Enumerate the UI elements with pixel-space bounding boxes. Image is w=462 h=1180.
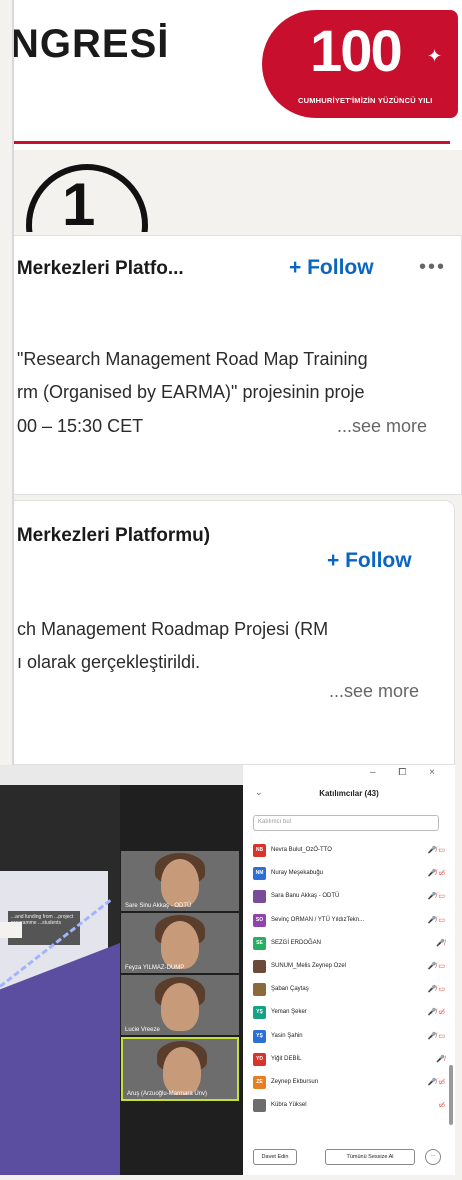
avatar: YŞ <box>253 1006 266 1020</box>
avatar <box>253 983 266 997</box>
avatar: NM <box>253 867 266 881</box>
avatar: SE <box>253 936 266 950</box>
annotation-marker: 1 <box>22 158 152 232</box>
participant-face <box>163 1047 201 1095</box>
logo-number: 100 <box>310 19 403 84</box>
mute-all-button[interactable]: Tümünü Sessize Al <box>325 1149 415 1165</box>
participant-row[interactable]: NM Nuray Meşekabuğu 🎤̸ ▭̸ <box>253 862 449 885</box>
participants-panel: – ⧠ × ⌄ Katılımcılar (43) Katılımcı bul … <box>243 765 455 1175</box>
video-name-label: Lucie Vreeze <box>125 1027 160 1033</box>
video-tile-active-speaker[interactable]: Aruş (Arzuoğlu-Marmara Ünv) <box>121 1037 239 1101</box>
video-name-label: Aruş (Arzuoğlu-Marmara Ünv) <box>127 1091 208 1097</box>
logo-subtitle: CUMHURİYET'İMİZİN YÜZÜNCÜ YILI <box>298 96 433 105</box>
participant-row[interactable]: Kübra Yüksel ▭̸ <box>253 1094 449 1117</box>
video-tile[interactable]: Lucie Vreeze <box>121 975 239 1035</box>
participant-name: SEZGİ ERDOĞAN <box>271 939 322 946</box>
participants-title: Katılımcılar (43) <box>319 789 379 798</box>
mute-status-icon[interactable]: 🎤̸ ▭̸ <box>428 1078 445 1086</box>
participant-name: Yeman Şeker <box>271 1009 307 1016</box>
participant-name: Sevinç ORMAN / YTÜ YıldızTekn... <box>271 916 365 923</box>
window-controls[interactable]: – ⧠ × <box>370 767 445 778</box>
mute-status-icon[interactable]: ▭̸ <box>438 1101 445 1109</box>
meeting-screenshot[interactable]: ...and funding from ...project programme… <box>0 765 455 1175</box>
participant-row[interactable]: ZE Zeynep Ekbursun 🎤̸ ▭̸ <box>253 1071 449 1094</box>
scrollbar[interactable] <box>449 1065 453 1125</box>
banner-divider <box>10 141 450 144</box>
avatar: YŞ <box>253 1029 266 1043</box>
video-tile[interactable]: Sare Sinu Akkaş - ODTÜ <box>121 851 239 911</box>
mute-status-icon[interactable]: 🎤̸ ▭̸ <box>428 869 445 877</box>
avatar: YD <box>253 1052 266 1066</box>
event-banner: NGRESİ 100 ✦ CUMHURİYET'İMİZİN YÜZÜNCÜ Y… <box>0 0 462 150</box>
more-options-icon[interactable]: ⋯ <box>425 1149 441 1165</box>
participant-face <box>161 859 199 907</box>
participant-name: Nevra Bulut_OzÖ-TTO <box>271 847 332 853</box>
mute-status-icon[interactable]: 🎤̸ ▭ <box>428 1032 445 1040</box>
participant-list: NB Nevra Bulut_OzÖ-TTO 🎤̸ ▭ NM Nuray Meşekab… <box>253 839 449 1117</box>
video-name-label: Sare Sinu Akkaş - ODTÜ <box>125 903 192 909</box>
participant-row[interactable]: Sara Banu Akkaş - ODTÜ 🎤̸ ▭ <box>253 885 449 908</box>
post-text-line: "Research Management Road Map Training <box>17 349 368 369</box>
mute-status-icon[interactable]: 🎤̸ ▭ <box>428 962 445 970</box>
avatar: SO <box>253 913 266 927</box>
post-author[interactable]: ji Merkezleri Platformu) <box>1 525 210 547</box>
post-text-line: 00 – 15:30 CET <box>17 416 144 436</box>
participant-row[interactable]: SUNUM_Melis Zeynep Ozel 🎤̸ ▭ <box>253 955 449 978</box>
participant-name: Kübra Yüksel <box>271 1102 307 1109</box>
video-name-label: Feyza YILMAZ-DUMP <box>125 965 185 971</box>
annotation-number: 1 <box>62 171 96 232</box>
avatar <box>253 959 266 973</box>
participant-name: SUNUM_Melis Zeynep Ozel <box>271 962 347 969</box>
participant-name: Yiğit DEBİL <box>271 1055 302 1062</box>
mute-status-icon[interactable]: 🎤̸ ▭̸ <box>428 1008 445 1016</box>
mute-status-icon[interactable]: 🎤̸ ▭ <box>428 916 445 924</box>
video-tile[interactable]: Feyza YILMAZ-DUMP <box>121 913 239 973</box>
participant-row[interactable]: SO Sevinç ORMAN / YTÜ YıldızTekn... 🎤̸ ▭ <box>253 909 449 932</box>
participant-row[interactable]: SE SEZGİ ERDOĞAN 🎤̸ <box>253 932 449 955</box>
banner-title: NGRESİ <box>10 22 170 66</box>
avatar <box>253 1099 266 1113</box>
mute-status-icon[interactable]: 🎤̸ <box>436 1055 445 1063</box>
participant-row[interactable]: YD Yiğit DEBİL 🎤̸ <box>253 1048 449 1071</box>
star-icon: ✦ <box>427 46 443 66</box>
shared-slide: ...and funding from ...project programme… <box>0 785 120 1175</box>
post-text-line: rm (Organised by EARMA)" projesinin proj… <box>17 382 365 402</box>
participant-face <box>161 983 199 1031</box>
more-options-icon[interactable]: ••• <box>419 256 446 279</box>
post-card: ji Merkezleri Platfo... + Follow ••• "Re… <box>0 235 462 495</box>
avatar <box>253 890 266 904</box>
post-text-line: ch Management Roadmap Projesi (RM <box>17 619 329 639</box>
follow-button[interactable]: + Follow <box>289 256 374 280</box>
participant-row[interactable]: Şaban Çaytaş 🎤̸ ▭ <box>253 978 449 1001</box>
participant-name: Şaban Çaytaş <box>271 986 309 993</box>
panel-footer: Davet Edin Tümünü Sessize Al ⋯ <box>253 1149 449 1167</box>
participant-name: Zeynep Ekbursun <box>271 1078 319 1085</box>
mute-status-icon[interactable]: 🎤̸ <box>436 939 445 947</box>
participant-row[interactable]: YŞ Yasin Şahin 🎤̸ ▭ <box>253 1025 449 1048</box>
follow-button[interactable]: + Follow <box>327 549 412 573</box>
see-more-link[interactable]: ...see more <box>329 681 419 702</box>
participant-row[interactable]: YŞ Yeman Şeker 🎤̸ ▭̸ <box>253 1001 449 1024</box>
mute-status-icon[interactable]: 🎤̸ ▭ <box>428 846 445 854</box>
post-author[interactable]: ji Merkezleri Platfo... <box>1 258 184 280</box>
participant-name: Nuray Meşekabuğu <box>271 870 324 877</box>
avatar: NB <box>253 844 266 857</box>
participant-face <box>161 921 199 969</box>
page-gap <box>0 922 22 938</box>
participant-name: Yasin Şahin <box>271 1032 303 1039</box>
centennial-logo: 100 ✦ CUMHURİYET'İMİZİN YÜZÜNCÜ YILI <box>262 6 458 124</box>
post-text-line: ı olarak gerçekleştirildi. <box>17 652 201 672</box>
avatar: ZE <box>253 1075 266 1089</box>
participant-row[interactable]: NB Nevra Bulut_OzÖ-TTO 🎤̸ ▭ <box>253 839 449 862</box>
see-more-link[interactable]: ...see more <box>337 416 427 437</box>
participant-search-input[interactable]: Katılımcı bul <box>253 815 439 831</box>
post-card: ji Merkezleri Platformu) + Follow ch Man… <box>0 500 455 765</box>
mute-status-icon[interactable]: 🎤̸ ▭ <box>428 892 445 900</box>
participant-name: Sara Banu Akkaş - ODTÜ <box>271 893 340 900</box>
mute-status-icon[interactable]: 🎤̸ ▭ <box>428 985 445 993</box>
invite-button[interactable]: Davet Edin <box>253 1149 297 1165</box>
